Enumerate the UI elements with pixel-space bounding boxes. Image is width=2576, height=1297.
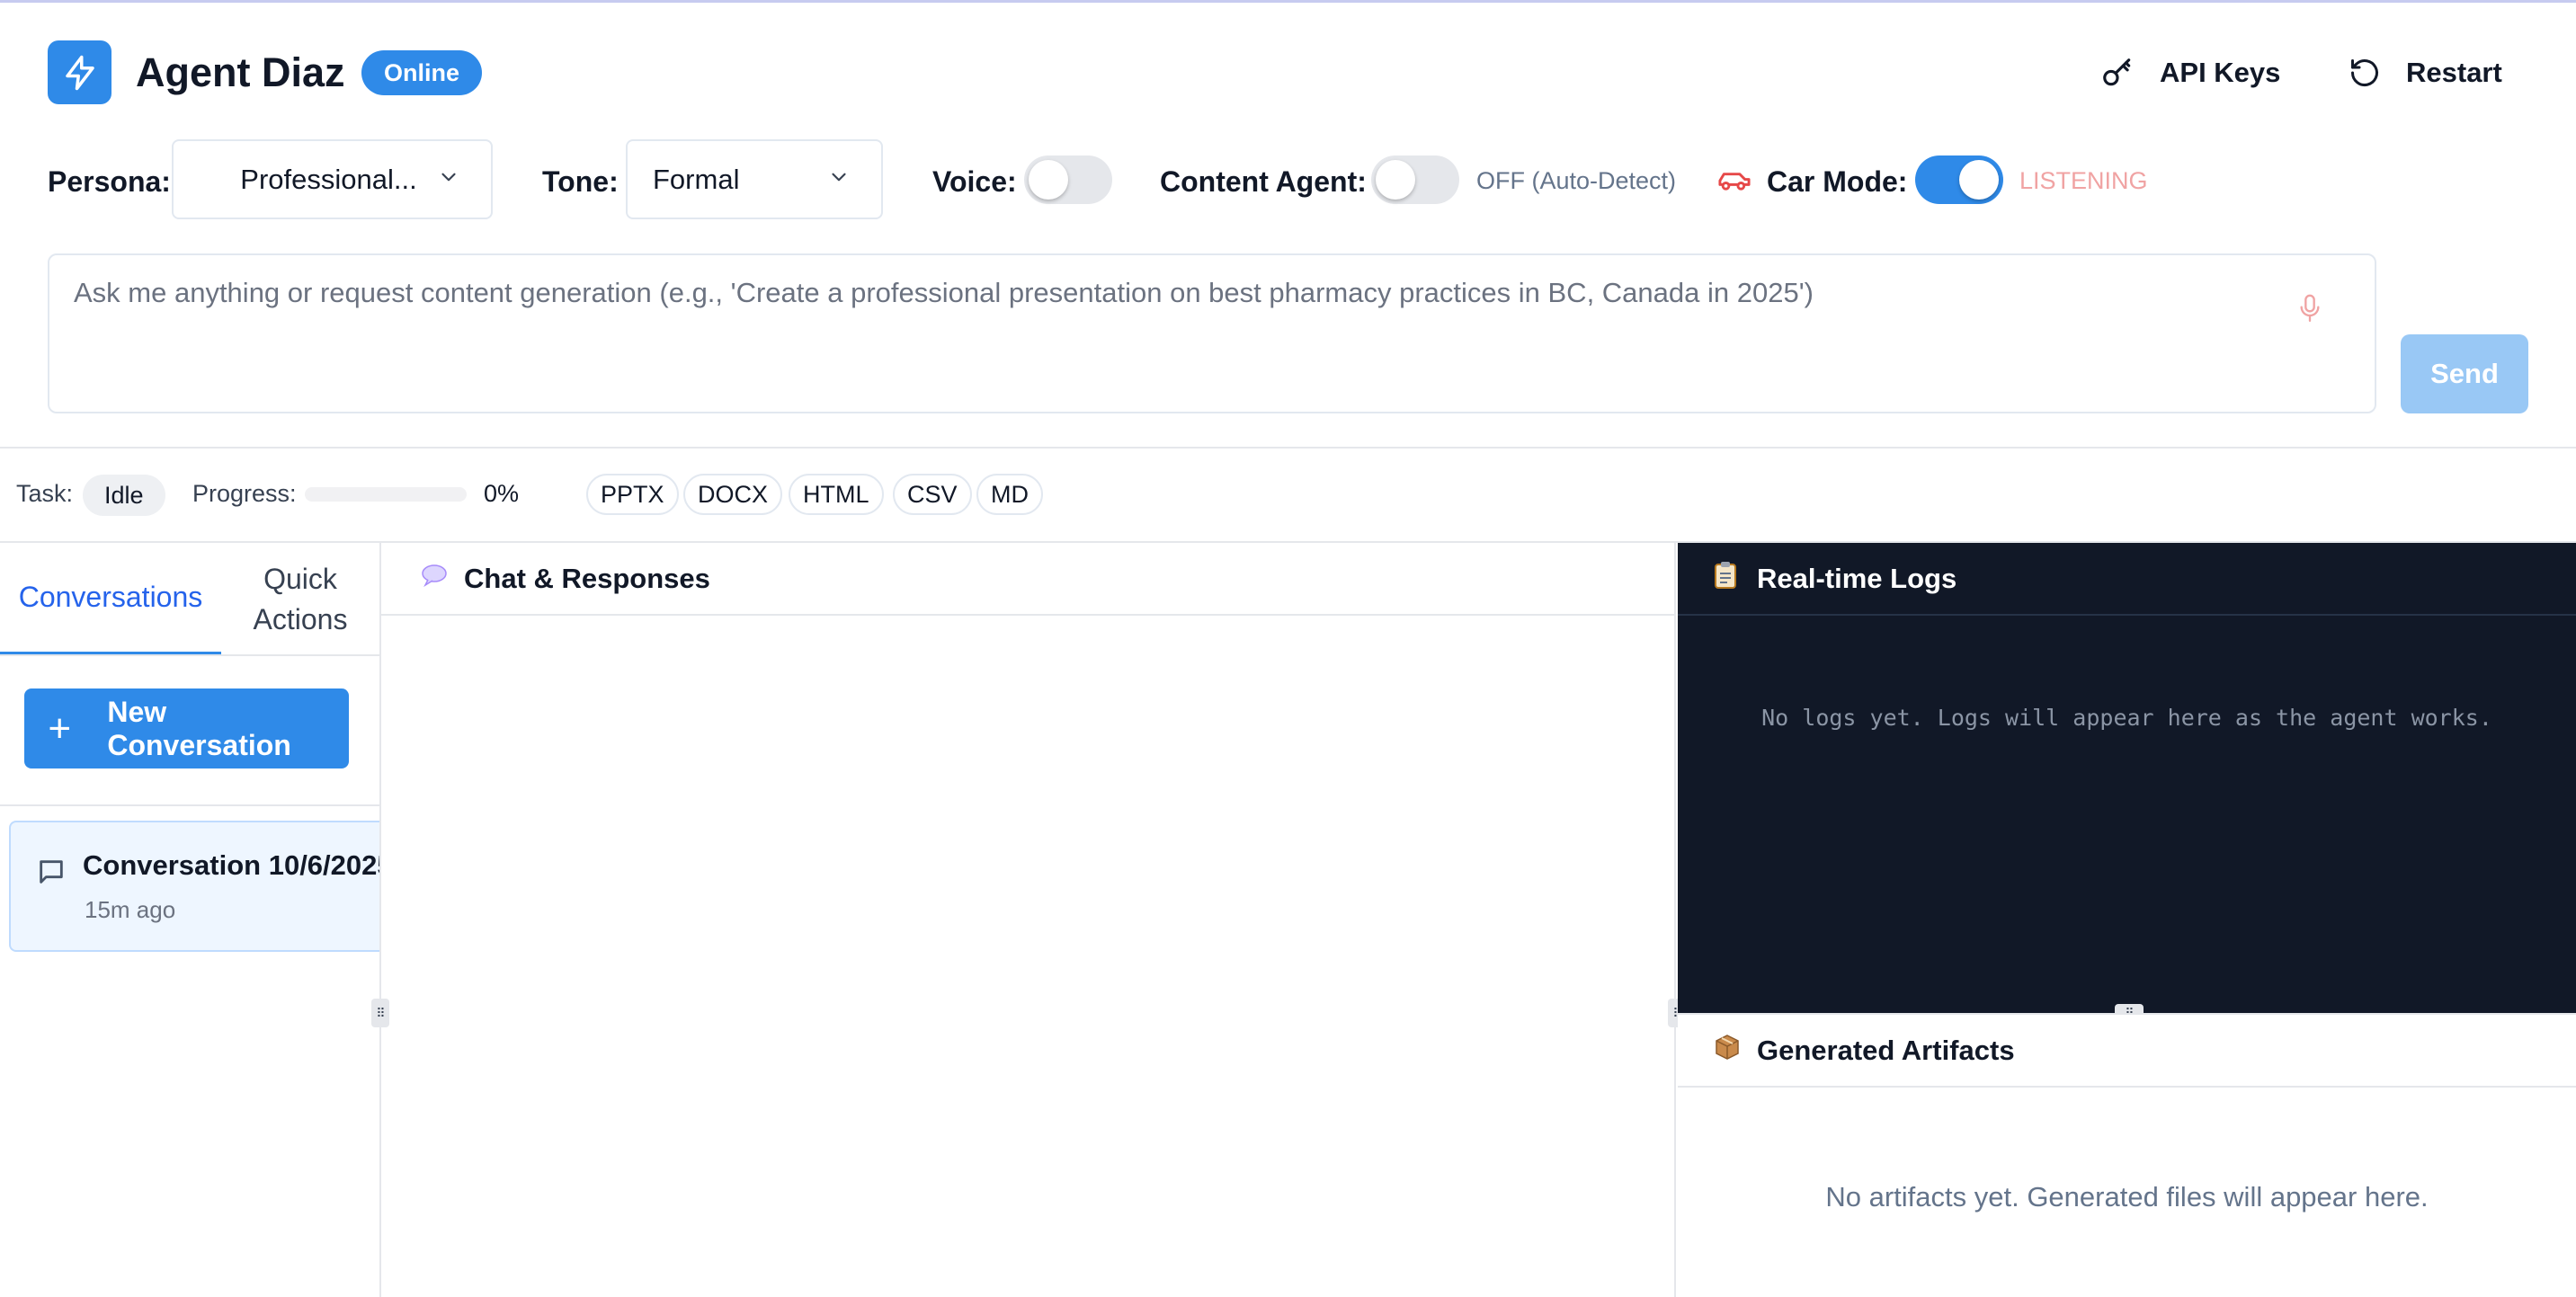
tone-value: Formal bbox=[653, 163, 740, 195]
car-mode-label: Car Mode: bbox=[1767, 165, 1908, 198]
content-agent-label: Content Agent: bbox=[1160, 165, 1367, 198]
content-agent-hint: OFF (Auto-Detect) bbox=[1476, 167, 1677, 194]
prompt-textarea[interactable]: Ask me anything or request content gener… bbox=[48, 253, 2376, 413]
chevron-down-icon bbox=[437, 164, 460, 196]
prompt-placeholder: Ask me anything or request content gener… bbox=[74, 277, 1814, 308]
speech-bubble-icon bbox=[421, 564, 451, 593]
rotate-ccw-icon bbox=[2349, 57, 2381, 89]
toggle-knob bbox=[1029, 160, 1068, 200]
package-icon bbox=[1714, 1034, 1744, 1067]
car-icon bbox=[1717, 167, 1752, 199]
divider bbox=[0, 804, 379, 806]
voice-label: Voice: bbox=[932, 165, 1017, 198]
content-agent-toggle[interactable] bbox=[1371, 155, 1459, 204]
chat-panel: Chat & Responses bbox=[381, 543, 1676, 1297]
tab-quick-actions[interactable]: Quick Actions bbox=[221, 543, 379, 655]
send-button[interactable]: Send bbox=[2401, 334, 2528, 413]
task-label: Task: bbox=[16, 480, 74, 507]
conversation-sidebar: Conversations Quick Actions + New Conver… bbox=[0, 543, 381, 1297]
logs-panel-title: Real-time Logs bbox=[1757, 562, 1957, 594]
car-mode-toggle[interactable] bbox=[1915, 155, 2003, 204]
tabs-underline bbox=[0, 654, 379, 656]
clipboard-icon bbox=[1714, 561, 1744, 596]
task-status-pill: Idle bbox=[83, 475, 165, 516]
toggle-knob bbox=[1959, 160, 1999, 200]
new-conversation-label: New Conversation bbox=[107, 695, 291, 761]
tone-select[interactable]: Formal bbox=[626, 139, 883, 219]
logs-panel-header: Real-time Logs bbox=[1678, 543, 2576, 616]
app-header: Agent Diaz Online API Keys Restart bbox=[0, 3, 2576, 129]
chat-panel-title: Chat & Responses bbox=[464, 562, 710, 594]
chevron-down-icon bbox=[827, 164, 851, 196]
api-keys-button[interactable]: API Keys bbox=[2100, 46, 2280, 100]
car-mode-status: LISTENING bbox=[2019, 167, 2148, 194]
divider bbox=[0, 447, 2576, 449]
persona-value: Professional... bbox=[240, 163, 417, 195]
persona-label: Persona: bbox=[48, 165, 171, 198]
progress-label: Progress: bbox=[192, 480, 297, 507]
api-keys-label: API Keys bbox=[2160, 57, 2281, 88]
restart-label: Restart bbox=[2406, 57, 2502, 88]
artifacts-empty-message: No artifacts yet. Generated files will a… bbox=[1825, 1181, 2429, 1213]
artifacts-panel-header: Generated Artifacts bbox=[1678, 1015, 2576, 1088]
voice-toggle[interactable] bbox=[1024, 155, 1112, 204]
message-square-icon bbox=[36, 857, 67, 892]
tone-label: Tone: bbox=[542, 165, 619, 198]
format-chip-docx[interactable]: DOCX bbox=[683, 474, 783, 515]
restart-button[interactable]: Restart bbox=[2349, 46, 2502, 100]
conversation-time: 15m ago bbox=[85, 896, 176, 923]
format-chip-html[interactable]: HTML bbox=[789, 474, 884, 515]
progress-bar bbox=[305, 487, 467, 502]
lightning-bolt-icon bbox=[48, 40, 111, 104]
artifacts-panel: Generated Artifacts No artifacts yet. Ge… bbox=[1678, 1013, 2576, 1297]
format-chip-pptx[interactable]: PPTX bbox=[586, 474, 679, 515]
app-title: Agent Diaz bbox=[136, 49, 345, 95]
progress-percent: 0% bbox=[484, 480, 520, 507]
logs-empty-message: No logs yet. Logs will appear here as th… bbox=[1761, 705, 2492, 731]
logs-panel: Real-time Logs No logs yet. Logs will ap… bbox=[1678, 543, 2576, 1013]
persona-select[interactable]: Professional... bbox=[172, 139, 493, 219]
format-chip-md[interactable]: MD bbox=[976, 474, 1043, 515]
tab-conversations[interactable]: Conversations bbox=[0, 543, 221, 655]
task-status-bar: Task: Idle Progress: 0% PPTX DOCX HTML C… bbox=[0, 467, 2576, 521]
format-chip-csv[interactable]: CSV bbox=[893, 474, 972, 515]
status-badge: Online bbox=[361, 50, 483, 95]
key-icon bbox=[2100, 56, 2135, 90]
artifacts-panel-title: Generated Artifacts bbox=[1757, 1034, 2015, 1066]
microphone-icon[interactable] bbox=[2297, 293, 2322, 330]
toggle-knob bbox=[1376, 160, 1415, 200]
conversation-title: Conversation 10/6/2025 bbox=[83, 849, 379, 881]
chat-panel-header: Chat & Responses bbox=[381, 543, 1674, 616]
new-conversation-button[interactable]: + New Conversation bbox=[24, 688, 349, 768]
conversation-list-item[interactable]: Conversation 10/6/2025 15m ago bbox=[9, 821, 379, 952]
plus-icon: + bbox=[48, 706, 72, 751]
